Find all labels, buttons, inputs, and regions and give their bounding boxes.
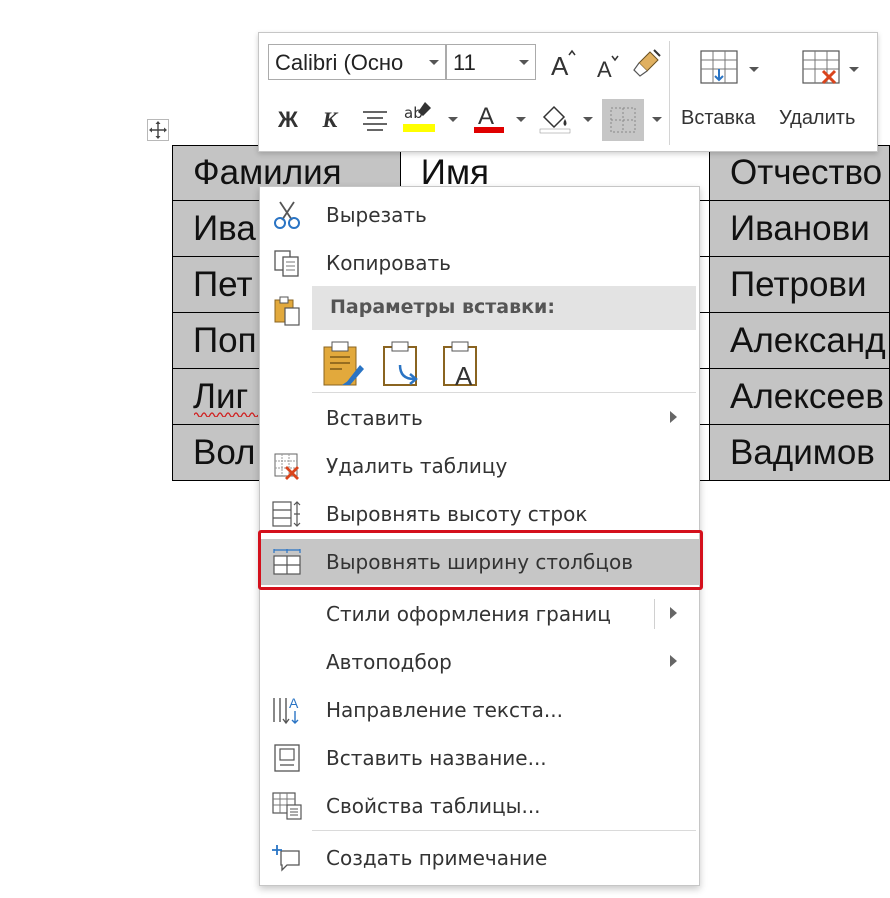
grow-font-button[interactable]: A bbox=[546, 47, 580, 81]
menu-item-label: Вставить bbox=[326, 406, 423, 430]
table-move-handle[interactable] bbox=[147, 119, 169, 141]
paste-options-header: Параметры вставки: bbox=[312, 286, 696, 330]
menu-item-text-direction[interactable]: A Направление текста... bbox=[260, 687, 699, 733]
menu-separator bbox=[312, 392, 696, 393]
menu-item-label: Создать примечание bbox=[326, 846, 548, 870]
format-painter-icon bbox=[633, 49, 661, 77]
chevron-right-icon bbox=[670, 607, 677, 619]
bold-button[interactable]: Ж bbox=[271, 103, 305, 137]
delete-table-icon bbox=[802, 50, 840, 85]
menu-item-label: Копировать bbox=[326, 251, 451, 275]
mini-toolbar: Calibri (Осно 11 A A Ж К ab A Вставка Уд… bbox=[258, 32, 878, 152]
chevron-down-icon bbox=[519, 60, 529, 65]
chevron-down-icon[interactable] bbox=[652, 117, 662, 122]
menu-item-new-comment[interactable]: Создать примечание bbox=[260, 835, 699, 881]
table-properties-icon bbox=[268, 791, 306, 821]
paste-merge-formatting-button[interactable] bbox=[380, 339, 426, 389]
delete-table-icon bbox=[268, 451, 306, 481]
shrink-font-icon: A bbox=[597, 55, 619, 81]
menu-item-label: Автоподбор bbox=[326, 650, 452, 674]
center-align-button[interactable] bbox=[357, 103, 393, 137]
menu-item-label: Свойства таблицы... bbox=[326, 794, 541, 818]
insert-label[interactable]: Вставка bbox=[681, 107, 755, 130]
align-center-icon bbox=[363, 111, 387, 131]
borders-icon bbox=[610, 107, 636, 133]
italic-button[interactable]: К bbox=[313, 103, 347, 137]
new-comment-icon bbox=[268, 843, 306, 873]
paste-options-label: Параметры вставки: bbox=[330, 296, 555, 318]
chevron-right-icon bbox=[670, 655, 677, 667]
menu-item-border-styles[interactable]: Стили оформления границ bbox=[260, 591, 699, 637]
table-cell[interactable]: Александ bbox=[708, 312, 890, 369]
copy-icon bbox=[268, 248, 306, 278]
insert-caption-icon bbox=[268, 743, 306, 773]
menu-item-label: Стили оформления границ bbox=[326, 602, 611, 626]
delete-label[interactable]: Удалить bbox=[779, 107, 855, 130]
spellcheck-underline bbox=[194, 412, 258, 417]
delete-table-button[interactable] bbox=[791, 43, 851, 93]
chevron-down-icon[interactable] bbox=[583, 117, 593, 122]
move-arrows-icon bbox=[149, 121, 167, 139]
menu-separator bbox=[312, 830, 696, 831]
highlight-frame bbox=[258, 530, 703, 590]
paste-clipboard-icon bbox=[268, 296, 306, 326]
paint-bucket-icon bbox=[539, 105, 571, 134]
menu-item-copy[interactable]: Копировать bbox=[260, 240, 699, 286]
font-color-icon: A bbox=[474, 103, 504, 133]
chevron-down-icon[interactable] bbox=[516, 117, 526, 122]
menu-item-autofit[interactable]: Автоподбор bbox=[260, 639, 699, 685]
menu-item-delete-table[interactable]: Удалить таблицу bbox=[260, 443, 699, 489]
table-cell[interactable]: Иванови bbox=[708, 200, 890, 257]
svg-text:A: A bbox=[478, 103, 494, 130]
paste-merge-formatting-icon bbox=[383, 341, 418, 386]
scissors-icon bbox=[268, 200, 306, 230]
format-painter-button[interactable] bbox=[629, 47, 663, 81]
table-cell[interactable]: Отчество bbox=[708, 145, 890, 201]
menu-item-insert-caption[interactable]: Вставить название... bbox=[260, 735, 699, 781]
table-cell[interactable]: Петрови bbox=[708, 256, 890, 313]
paste-keep-formatting-icon bbox=[323, 341, 364, 386]
font-name-value: Calibri (Осно bbox=[275, 50, 404, 75]
svg-text:A: A bbox=[455, 361, 473, 389]
chevron-down-icon bbox=[429, 60, 439, 65]
font-size-value: 11 bbox=[453, 50, 476, 75]
font-color-button[interactable]: A bbox=[469, 99, 509, 137]
insert-table-icon bbox=[700, 50, 738, 84]
menu-item-label: Выровнять высоту строк bbox=[326, 502, 588, 526]
svg-text:A: A bbox=[551, 51, 569, 79]
distribute-rows-icon bbox=[268, 499, 306, 529]
chevron-down-icon[interactable] bbox=[849, 67, 859, 72]
menu-item-label: Удалить таблицу bbox=[326, 454, 508, 478]
borders-button[interactable] bbox=[602, 99, 644, 141]
font-name-combobox[interactable]: Calibri (Осно bbox=[268, 44, 446, 80]
menu-item-label: Направление текста... bbox=[326, 698, 563, 722]
text-highlight-icon: ab bbox=[403, 102, 435, 132]
menu-item-label: Вставить название... bbox=[326, 746, 547, 770]
table-cell[interactable]: Алексеев bbox=[708, 368, 890, 425]
chevron-right-icon bbox=[670, 411, 677, 423]
text-direction-icon: A bbox=[268, 695, 306, 725]
svg-text:A: A bbox=[289, 695, 299, 711]
menu-item-label: Вырезать bbox=[326, 203, 427, 227]
paste-text-only-button[interactable]: A bbox=[440, 339, 486, 391]
menu-item-insert[interactable]: Вставить bbox=[260, 395, 699, 441]
highlight-color-button[interactable]: ab bbox=[399, 99, 439, 137]
menu-item-cut[interactable]: Вырезать bbox=[260, 192, 699, 238]
toolbar-separator bbox=[669, 41, 670, 145]
chevron-down-icon[interactable] bbox=[448, 117, 458, 122]
paste-keep-formatting-button[interactable] bbox=[320, 339, 366, 389]
paste-text-only-icon: A bbox=[443, 341, 477, 391]
insert-table-button[interactable] bbox=[689, 43, 749, 93]
svg-text:A: A bbox=[597, 57, 612, 81]
shrink-font-button[interactable]: A bbox=[591, 49, 625, 83]
table-cell[interactable]: Вадимов bbox=[708, 424, 890, 481]
shading-button[interactable] bbox=[535, 99, 575, 137]
menu-item-table-properties[interactable]: Свойства таблицы... bbox=[260, 783, 699, 829]
chevron-down-icon[interactable] bbox=[749, 67, 759, 72]
split-divider bbox=[654, 599, 655, 629]
grow-font-icon: A bbox=[551, 49, 576, 79]
font-size-combobox[interactable]: 11 bbox=[446, 44, 536, 80]
